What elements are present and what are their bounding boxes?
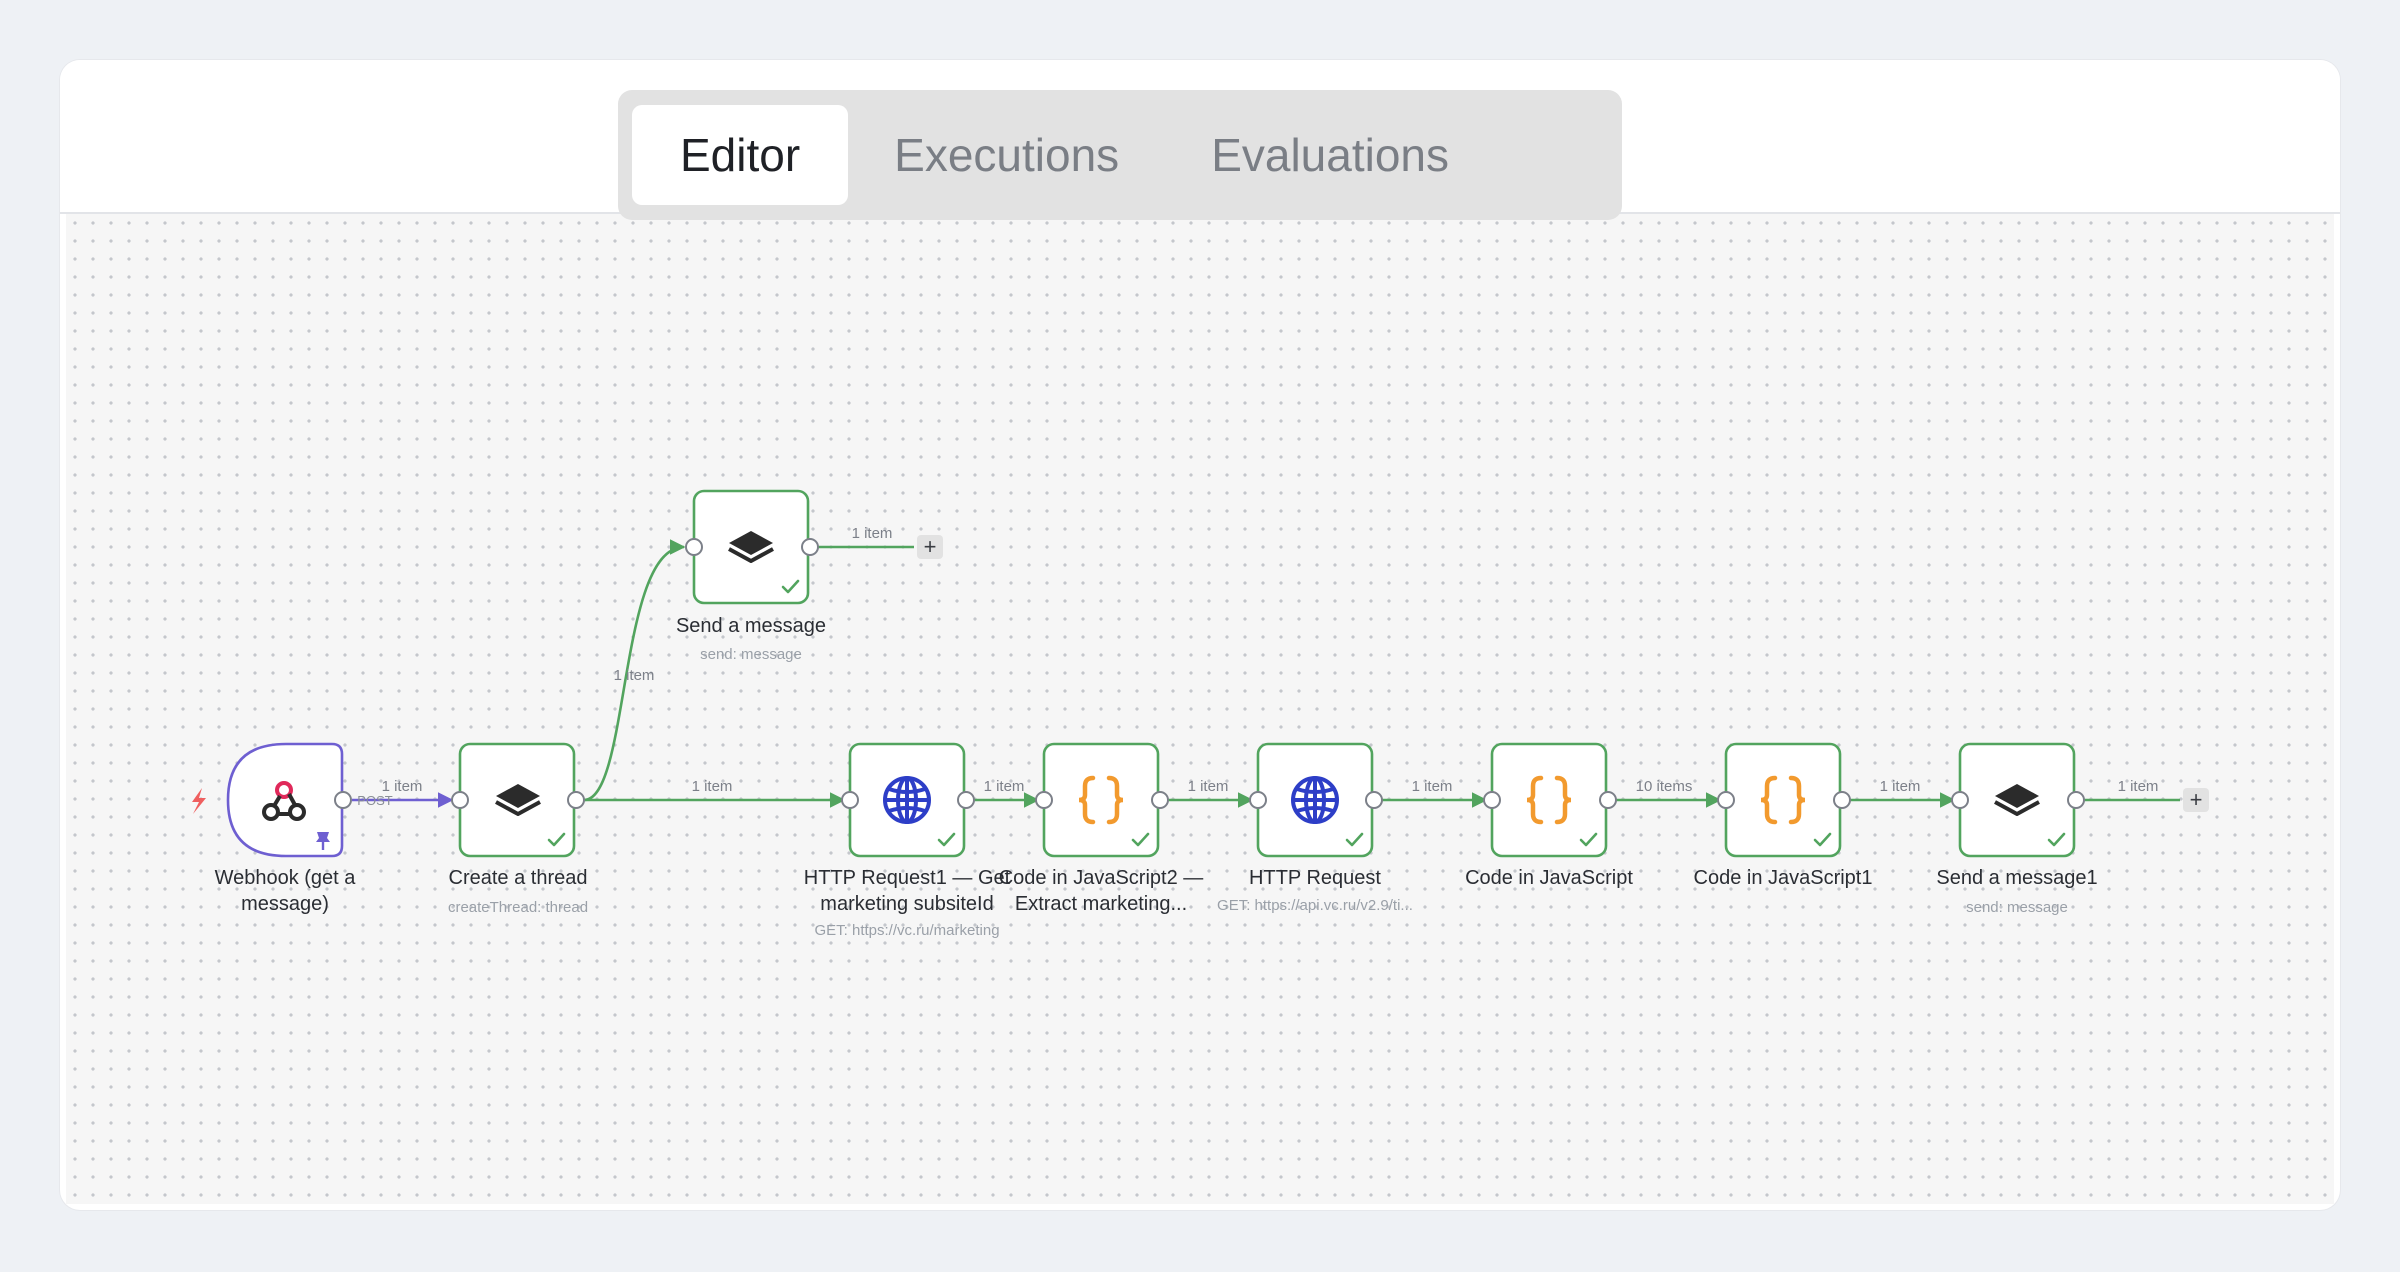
node-label: Create a thread — [449, 867, 588, 889]
edge-create-send[interactable]: 1 item — [583, 539, 686, 802]
node-label: message) — [241, 893, 329, 915]
input-handle[interactable] — [1951, 791, 1969, 809]
add-node-button[interactable]: + — [917, 534, 943, 559]
node-create-thread[interactable]: Create a thread createThread: thread — [448, 742, 588, 916]
edge-label: 1 item — [692, 778, 733, 795]
output-handle[interactable] — [957, 791, 975, 809]
output-handle[interactable] — [1599, 791, 1617, 809]
plus-icon: + — [2190, 787, 2203, 812]
globe-icon — [883, 776, 931, 824]
output-handle[interactable] — [1151, 791, 1169, 809]
node-label: Send a message — [676, 615, 826, 637]
node-label: Code in JavaScript2 — — [999, 867, 1204, 889]
node-label: Extract marketing... — [1015, 893, 1187, 915]
node-code-js[interactable]: Code in JavaScript — [1465, 742, 1633, 889]
plus-icon: + — [924, 534, 937, 559]
node-label: Send a message1 — [1936, 867, 2097, 889]
edge-send1-out[interactable]: 1 item — [2080, 778, 2180, 802]
node-subtitle: send: message — [1966, 899, 2068, 916]
edge-code1-send1[interactable]: 1 item — [1846, 778, 1956, 808]
node-label: marketing subsiteId — [820, 893, 993, 915]
edge-create-http1[interactable]: 1 item — [584, 778, 846, 808]
input-handle[interactable] — [1035, 791, 1053, 809]
input-handle[interactable] — [841, 791, 859, 809]
output-handle[interactable] — [1365, 791, 1383, 809]
edge-label: 1 item — [1412, 778, 1453, 795]
input-handle[interactable] — [451, 791, 469, 809]
input-handle[interactable] — [1249, 791, 1267, 809]
edge-label: 1 item — [2118, 778, 2159, 795]
node-label: Code in JavaScript1 — [1694, 867, 1873, 889]
output-handle[interactable] — [2067, 791, 2085, 809]
output-handle[interactable] — [1833, 791, 1851, 809]
node-subtitle: GET: https://vc.ru/marketing — [814, 922, 999, 939]
edge-send-out[interactable]: 1 item — [818, 525, 914, 549]
input-handle[interactable] — [1717, 791, 1735, 809]
edge-label: 1 item — [984, 778, 1025, 795]
edge-label: 10 items — [1636, 778, 1693, 795]
edge-label: 1 item — [1880, 778, 1921, 795]
node-subtitle: createThread: thread — [448, 899, 588, 916]
node-subtitle: send: message — [700, 646, 802, 663]
globe-icon — [1291, 776, 1339, 824]
workflow-graph: 1 item 1 item 1 item 1 item 1 item 1 ite… — [192, 489, 2209, 939]
input-handle[interactable] — [1483, 791, 1501, 809]
edge-label: 1 item — [614, 667, 655, 684]
edge-label: 1 item — [852, 525, 893, 542]
node-http-request[interactable]: HTTP Request GET: https://api.vc.ru/v2.9… — [1217, 742, 1413, 914]
node-label: Webhook (get a — [215, 867, 357, 889]
edge-code-code1[interactable]: 10 items — [1612, 778, 1722, 808]
edge-label: 1 item — [1188, 778, 1229, 795]
node-webhook[interactable]: POST Webhook (get a message) — [215, 742, 393, 915]
method-badge: POST — [357, 793, 392, 808]
node-send-message1[interactable]: Send a message1 send: message — [1936, 742, 2098, 916]
trigger-bolt-icon — [192, 788, 206, 814]
node-subtitle: GET: https://api.vc.ru/v2.9/ti... — [1217, 897, 1413, 914]
edge-code2-http[interactable]: 1 item — [1164, 778, 1254, 808]
node-code-js2[interactable]: Code in JavaScript2 — Extract marketing.… — [999, 742, 1204, 915]
output-handle[interactable] — [334, 791, 352, 809]
output-handle[interactable] — [567, 791, 585, 809]
node-code-js1[interactable]: Code in JavaScript1 — [1694, 742, 1873, 889]
node-label: HTTP Request1 — Get — [804, 867, 1011, 889]
input-handle[interactable] — [685, 538, 703, 556]
node-label: HTTP Request — [1249, 867, 1381, 889]
edge-http1-code2[interactable]: 1 item — [970, 778, 1040, 808]
edge-http-code[interactable]: 1 item — [1378, 778, 1488, 808]
node-label: Code in JavaScript — [1465, 867, 1633, 889]
node-send-message[interactable]: Send a message send: message — [676, 489, 826, 663]
add-node-button[interactable]: + — [2183, 787, 2209, 812]
output-handle[interactable] — [801, 538, 819, 556]
node-http-request1[interactable]: HTTP Request1 — Get marketing subsiteId … — [804, 742, 1011, 939]
